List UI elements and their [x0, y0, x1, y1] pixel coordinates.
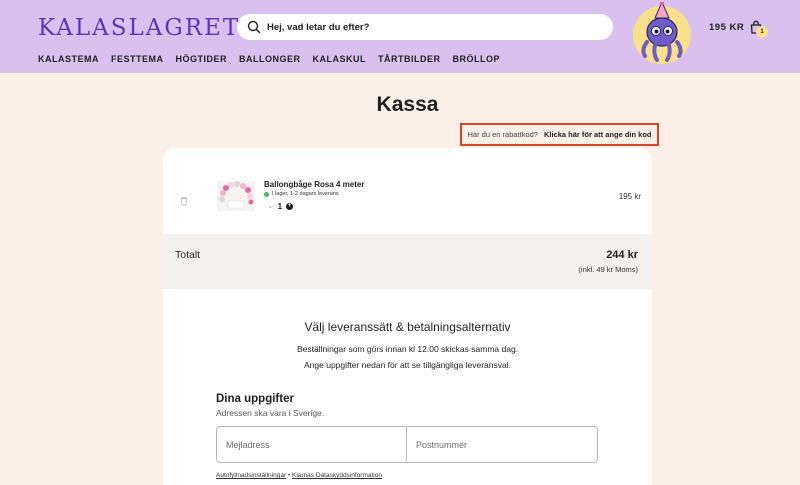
vat-note: (inkl. 49 kr Moms) [578, 265, 638, 274]
product-name[interactable]: Ballongbåge Rosa 4 meter [264, 180, 364, 189]
increase-quantity-button[interactable]: + [286, 203, 294, 210]
privacy-info-link[interactable]: Klarnas Dataskyddsinformation [292, 472, 382, 479]
autofill-settings-link[interactable]: Autofyllnadsinställningar [216, 472, 286, 479]
email-field[interactable] [216, 426, 407, 463]
postal-code-field[interactable] [406, 426, 598, 463]
nav-item-tartbilder[interactable]: TÅRTBILDER [378, 54, 441, 64]
search-bar[interactable] [237, 14, 613, 40]
stock-status: I lager, 1-2 dagars leverans [264, 191, 339, 197]
nav-item-kalaskul[interactable]: KALASKUL [313, 54, 367, 64]
customer-details-subtitle: Adressen ska vara i Sverige. [216, 408, 325, 418]
main-nav: KALASTEMA FESTTEMA HÖGTIDER BALLONGER KA… [38, 54, 512, 64]
nav-item-festtema[interactable]: FESTTEMA [111, 54, 164, 64]
site-header: KALASLAGRET 195 KR 1 KALASTEMA FEST [0, 0, 800, 73]
discount-question: Har du en rabattkod? [467, 130, 538, 139]
quantity-value: 1 [277, 202, 283, 211]
page-title: Kassa [376, 93, 439, 116]
discount-code-link[interactable]: Klicka här för att ange din kod [544, 130, 652, 139]
search-icon [247, 20, 261, 34]
delivery-info-line-1: Beställningar som görs innan kl 12.00 sk… [296, 344, 519, 354]
trash-icon[interactable] [179, 193, 189, 211]
delivery-heading: Välj leveranssätt & betalningsalternativ [304, 320, 511, 334]
nav-item-hogtider[interactable]: HÖGTIDER [176, 54, 228, 64]
klarna-links: Autofyllnadsinställningar • Klarnas Data… [216, 472, 382, 479]
customer-details-heading: Dina uppgifter [216, 393, 294, 405]
nav-item-ballonger[interactable]: BALLONGER [239, 54, 301, 64]
checkout-card: Ballongbåge Rosa 4 meter I lager, 1-2 da… [163, 148, 652, 485]
site-logo[interactable]: KALASLAGRET [38, 15, 240, 41]
nav-item-kalastema[interactable]: KALASTEMA [38, 54, 99, 64]
stock-text: I lager, 1-2 dagars leverans [272, 191, 339, 197]
product-price: 195 kr [618, 192, 641, 201]
nav-item-brollop[interactable]: BRÖLLOP [453, 54, 501, 64]
search-input[interactable] [267, 21, 597, 33]
mascot-icon[interactable] [633, 2, 691, 64]
cart-count-badge: 1 [756, 26, 768, 38]
postal-code-input[interactable] [407, 427, 597, 462]
total-label: Totalt [175, 249, 201, 261]
quantity-stepper: - 1 + [269, 202, 294, 211]
in-stock-dot-icon [264, 191, 269, 197]
total-value: 244 kr [606, 249, 638, 261]
decrease-quantity-button[interactable]: - [269, 202, 272, 211]
cart-total: 195 KR [709, 21, 745, 33]
delivery-info-line-2: Ange uppgifter nedan för att se tillgäng… [304, 360, 511, 370]
product-thumbnail[interactable] [217, 181, 255, 211]
discount-code-box: Har du en rabattkod? Klicka här för att … [460, 123, 659, 146]
totals-section: Totalt 244 kr (inkl. 49 kr Moms) [163, 234, 652, 289]
email-input[interactable] [217, 427, 406, 462]
